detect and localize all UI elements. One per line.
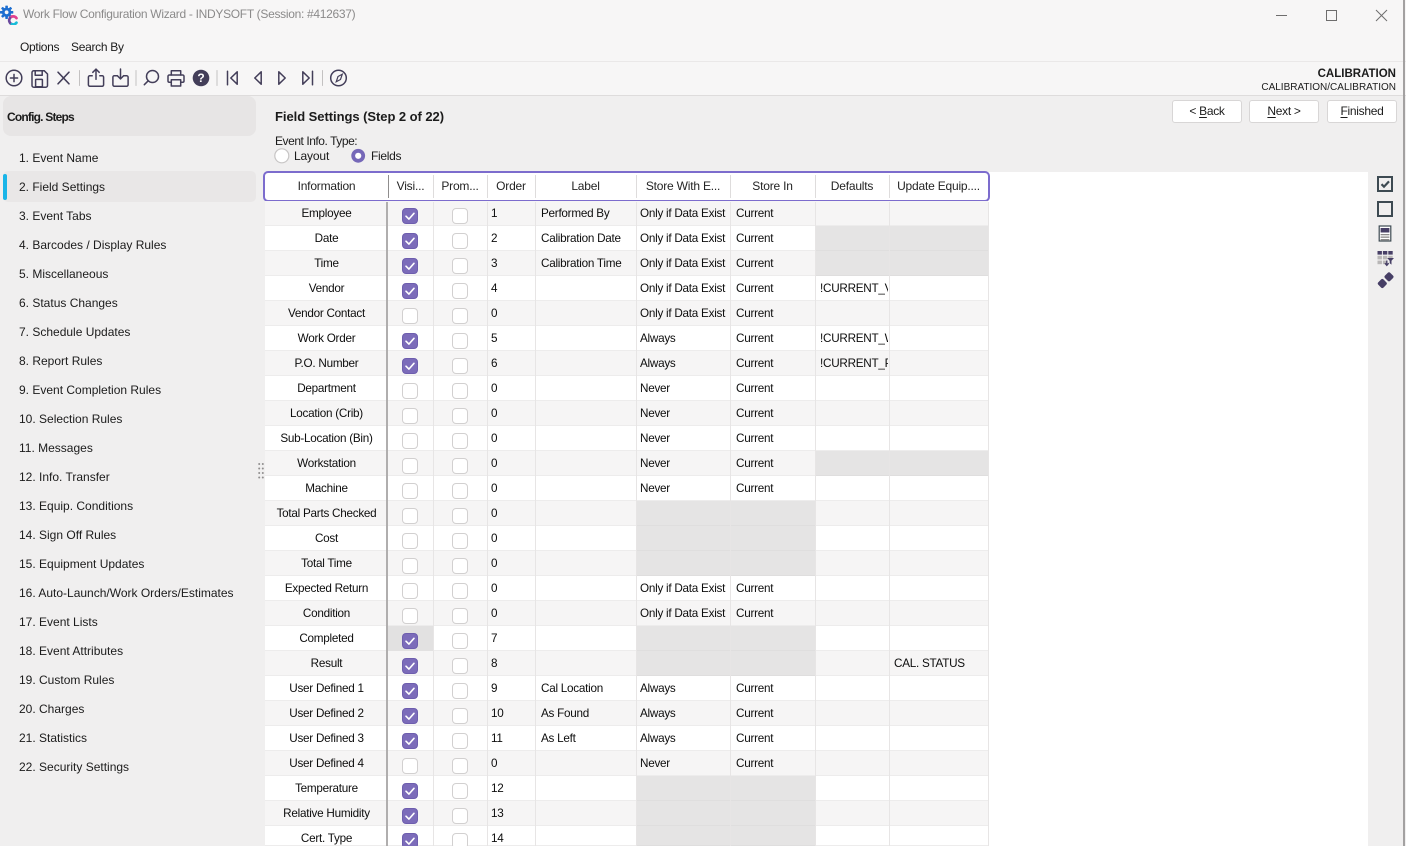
svg-text:?: ? (197, 71, 204, 85)
